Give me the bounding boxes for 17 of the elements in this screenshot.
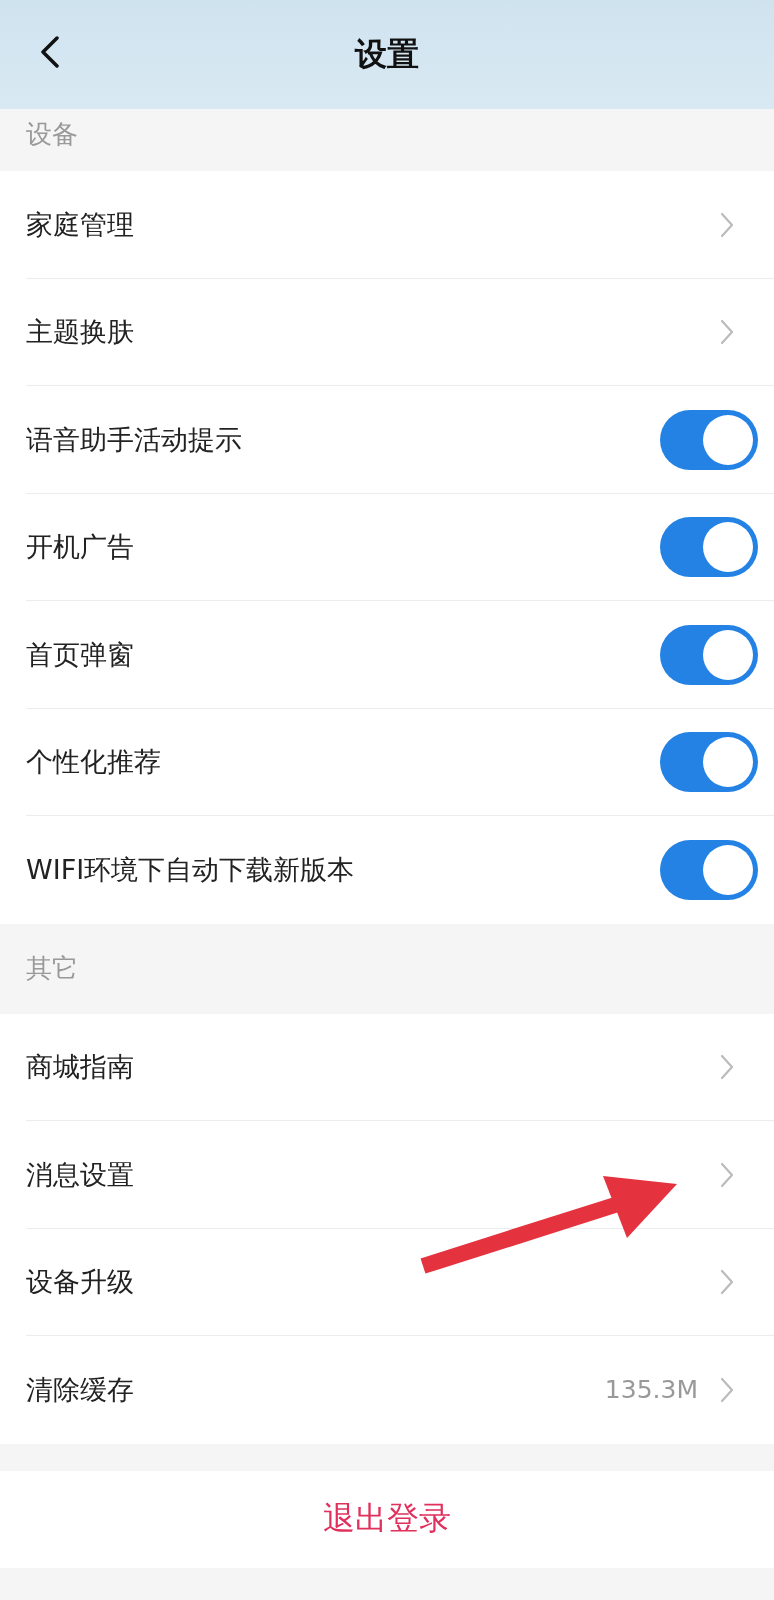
- setting-value: 135.3M: [604, 1375, 698, 1405]
- back-icon[interactable]: [40, 36, 60, 68]
- page-title: 设置: [355, 33, 419, 75]
- section-title-text: 设备: [26, 118, 78, 151]
- setting-label: 主题换肤: [26, 315, 134, 350]
- section-title-text: 其它: [26, 952, 78, 985]
- setting-label: 商城指南: [26, 1050, 134, 1085]
- setting-label: 家庭管理: [26, 207, 134, 242]
- setting-label: 语音助手活动提示: [26, 422, 242, 457]
- setting-label: 清除缓存: [26, 1372, 134, 1407]
- setting-label: WIFI环境下自动下载新版本: [26, 852, 355, 887]
- setting-label: 个性化推荐: [26, 745, 161, 780]
- setting-label: 首页弹窗: [26, 637, 134, 672]
- setting-label: 设备升级: [26, 1265, 134, 1300]
- setting-label: 消息设置: [26, 1157, 134, 1192]
- logout-button[interactable]: 退出登录: [0, 1470, 774, 1568]
- setting-label: 开机广告: [26, 530, 134, 565]
